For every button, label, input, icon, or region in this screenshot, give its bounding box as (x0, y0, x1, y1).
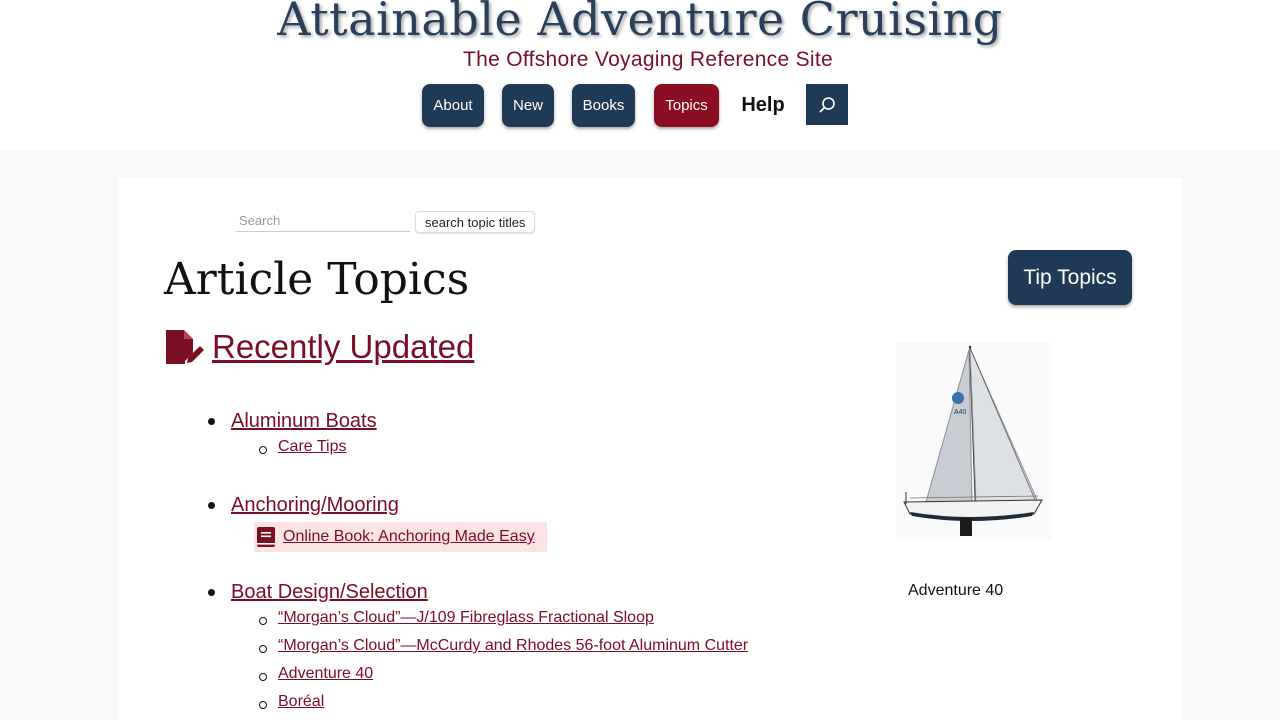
online-book-label: Online Book: Anchoring Made Easy (283, 528, 535, 545)
topic-link[interactable]: Anchoring/Mooring (231, 490, 399, 520)
recently-updated-link[interactable]: Recently Updated (164, 328, 474, 366)
nav-help-link[interactable]: Help (734, 84, 792, 127)
sailboat-illustration: A40 (903, 345, 1043, 536)
search-topic-titles-button[interactable]: search topic titles (415, 211, 536, 233)
subtopic-item: “Morgan’s Cloud”—J/109 Fibreglass Fracti… (208, 607, 908, 635)
topic-link[interactable]: Aluminum Boats (231, 406, 377, 436)
subtopic-item: Adventure 40 (208, 663, 908, 691)
topic-link[interactable]: Boat Design/Selection (231, 577, 428, 607)
subtopic-link[interactable]: “Morgan’s Cloud”—McCurdy and Rhodes 56-f… (278, 637, 748, 655)
topic-item: Aluminum Boats (208, 406, 908, 436)
subtopic-link[interactable]: Boréal (278, 693, 324, 711)
content-card: search topic titles Article Topics Tip T… (118, 178, 1182, 720)
sailboat-image[interactable]: A40 (896, 342, 1052, 540)
image-caption: Adventure 40 (908, 582, 1004, 599)
svg-text:A40: A40 (954, 409, 967, 416)
main-nav: About New Books Topics Help (0, 84, 1280, 128)
sub-bullet (259, 446, 267, 454)
subtopic-link[interactable]: Adventure 40 (278, 665, 373, 683)
file-edit-icon (166, 330, 204, 364)
sub-bullet (259, 673, 267, 681)
sub-bullet (259, 645, 267, 653)
nav-topics-button[interactable]: Topics (654, 84, 719, 127)
search-icon (819, 96, 835, 112)
bullet (208, 589, 215, 596)
subtopic-item: Care Tips (208, 436, 908, 464)
recently-updated-label: Recently Updated (212, 328, 475, 365)
bullet (208, 418, 215, 425)
topic-item: Anchoring/Mooring (208, 490, 908, 520)
topic-search-input[interactable] (236, 210, 410, 232)
sub-bullet (259, 701, 267, 709)
bullet (208, 502, 215, 509)
sub-bullet (259, 617, 267, 625)
topics-list: Aluminum Boats Care Tips Anchoring/Moori… (208, 406, 908, 719)
tip-topics-button[interactable]: Tip Topics (1008, 250, 1132, 305)
subtopic-item: Boréal (208, 691, 908, 719)
nav-new-button[interactable]: New (502, 84, 554, 127)
nav-books-button[interactable]: Books (572, 84, 635, 127)
site-title[interactable]: Attainable Adventure Cruising (0, 0, 1280, 46)
subtopic-item: “Morgan’s Cloud”—McCurdy and Rhodes 56-f… (208, 635, 908, 663)
site-subtitle: The Offshore Voyaging Reference Site (463, 48, 833, 71)
nav-search-button[interactable] (806, 84, 848, 125)
book-icon (257, 527, 275, 547)
site-header: Attainable Adventure Cruising The Offsho… (0, 0, 1280, 150)
page-title: Article Topics (164, 254, 470, 305)
online-book-link[interactable]: Online Book: Anchoring Made Easy (254, 522, 547, 552)
book-item: Online Book: Anchoring Made Easy (254, 522, 908, 552)
nav-about-button[interactable]: About (422, 84, 484, 127)
topic-item: Boat Design/Selection (208, 577, 908, 607)
subtopic-link[interactable]: “Morgan’s Cloud”—J/109 Fibreglass Fracti… (278, 609, 654, 627)
subtopic-link[interactable]: Care Tips (278, 438, 346, 456)
